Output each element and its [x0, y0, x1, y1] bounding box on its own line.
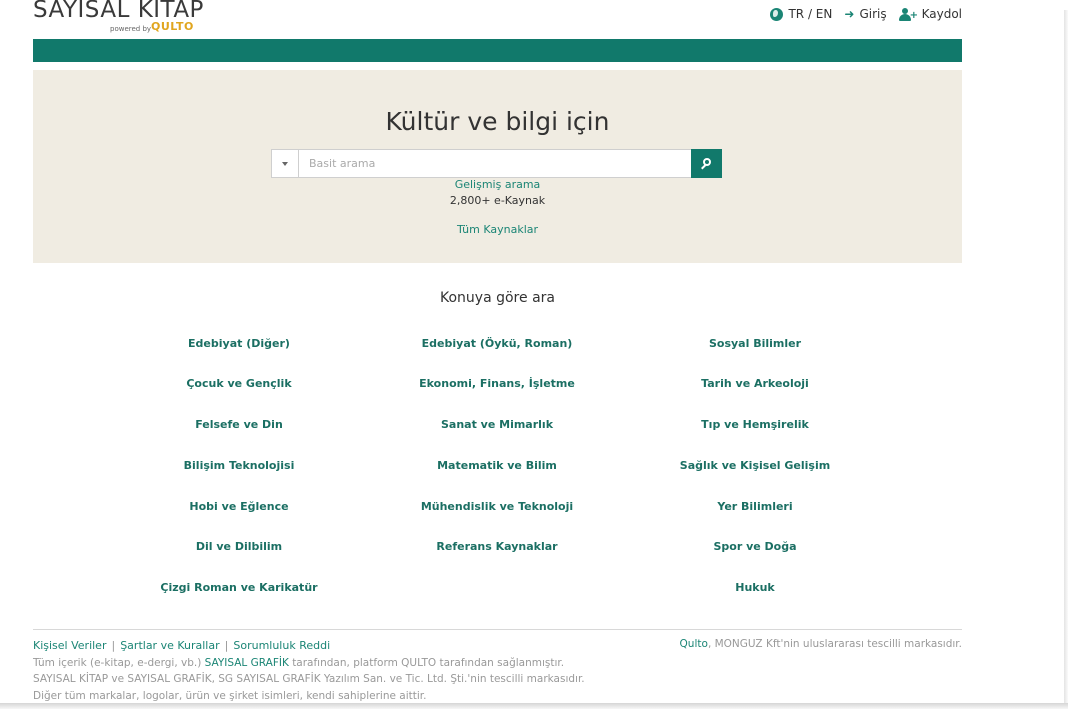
page: SAYISAL KITAP powered by QULTO TR / EN ➜…	[0, 0, 1072, 713]
disclaimer-link[interactable]: Sorumluluk Reddi	[233, 639, 330, 652]
search-icon	[700, 157, 713, 170]
topic-link[interactable]: Spor ve Doğa	[600, 540, 910, 553]
footer-left: Kişisel Veriler | Şartlar ve Kurallar | Soru…	[33, 638, 633, 704]
logo-subtitle: powered by	[110, 25, 152, 33]
user-plus-icon: +	[898, 7, 918, 21]
sayisal-grafik-link[interactable]: SAYISAL GRAFİK	[205, 657, 289, 669]
header: SAYISAL KITAP powered by QULTO TR / EN ➜…	[33, 0, 962, 36]
topic-link[interactable]: Yer Bilimleri	[600, 500, 910, 513]
topic-link[interactable]: Tarih ve Arkeoloji	[600, 377, 910, 390]
footer-divider	[33, 629, 962, 630]
caret-down-icon	[282, 161, 288, 166]
frame-edge	[1064, 10, 1068, 706]
topic-link[interactable]: Sağlık ve Kişisel Gelişim	[600, 459, 910, 472]
advanced-search-link[interactable]: Gelişmiş arama	[33, 178, 962, 191]
search-button[interactable]	[691, 149, 722, 178]
language-switch[interactable]: TR / EN	[770, 7, 832, 21]
topic-link[interactable]: Sosyal Bilimler	[600, 337, 910, 350]
search-box	[271, 149, 722, 178]
search-type-dropdown[interactable]	[272, 150, 299, 177]
footer-links: Kişisel Veriler | Şartlar ve Kurallar | Soru…	[33, 639, 331, 652]
hero-title: Kültür ve bilgi için	[385, 107, 610, 136]
footer-line-2: SAYISAL KİTAP ve SAYISAL GRAFİK, SG SAYI…	[33, 673, 585, 685]
frame-shadow	[0, 703, 1068, 709]
sign-in-icon: ➜	[844, 7, 855, 21]
topics-title: Konuya göre ara	[440, 290, 555, 306]
language-label: TR / EN	[788, 7, 833, 21]
logo[interactable]: SAYISAL KITAP powered by QULTO	[33, 0, 203, 36]
footer-line-3: Diğer tüm markalar, logolar, ürün ve şir…	[33, 689, 427, 702]
top-nav: TR / EN ➜ Giriş + Kaydol	[770, 7, 962, 21]
login-label: Giriş	[859, 7, 887, 21]
search-input[interactable]	[299, 150, 691, 177]
register-link[interactable]: + Kaydol	[898, 7, 962, 21]
register-label: Kaydol	[921, 7, 962, 21]
login-link[interactable]: ➜ Giriş	[844, 7, 886, 21]
green-nav-bar	[33, 39, 962, 62]
resource-count: 2,800+ e-Kaynak	[449, 194, 546, 207]
all-sources-link[interactable]: Tüm Kaynaklar	[33, 223, 962, 236]
topic-link[interactable]: Çizgi Roman ve Karikatür	[84, 581, 394, 594]
privacy-link[interactable]: Kişisel Veriler	[33, 639, 106, 652]
footer-line-1: Tüm içerik (e-kitap, e-dergi, vb.) SAYIS…	[33, 656, 565, 669]
topic-link[interactable]: Hukuk	[600, 581, 910, 594]
hero-section: Kültür ve bilgi için Gelişmiş arama 2,80…	[33, 70, 962, 263]
topic-link[interactable]: Tıp ve Hemşirelik	[600, 418, 910, 431]
globe-icon	[770, 7, 784, 21]
logo-brand: QULTO	[151, 20, 194, 33]
qulto-link[interactable]: Qulto	[680, 638, 708, 650]
footer-right: Qulto, MONGUZ Kft'nin uluslararası tesci…	[679, 638, 962, 650]
terms-link[interactable]: Şartlar ve Kurallar	[120, 639, 219, 652]
